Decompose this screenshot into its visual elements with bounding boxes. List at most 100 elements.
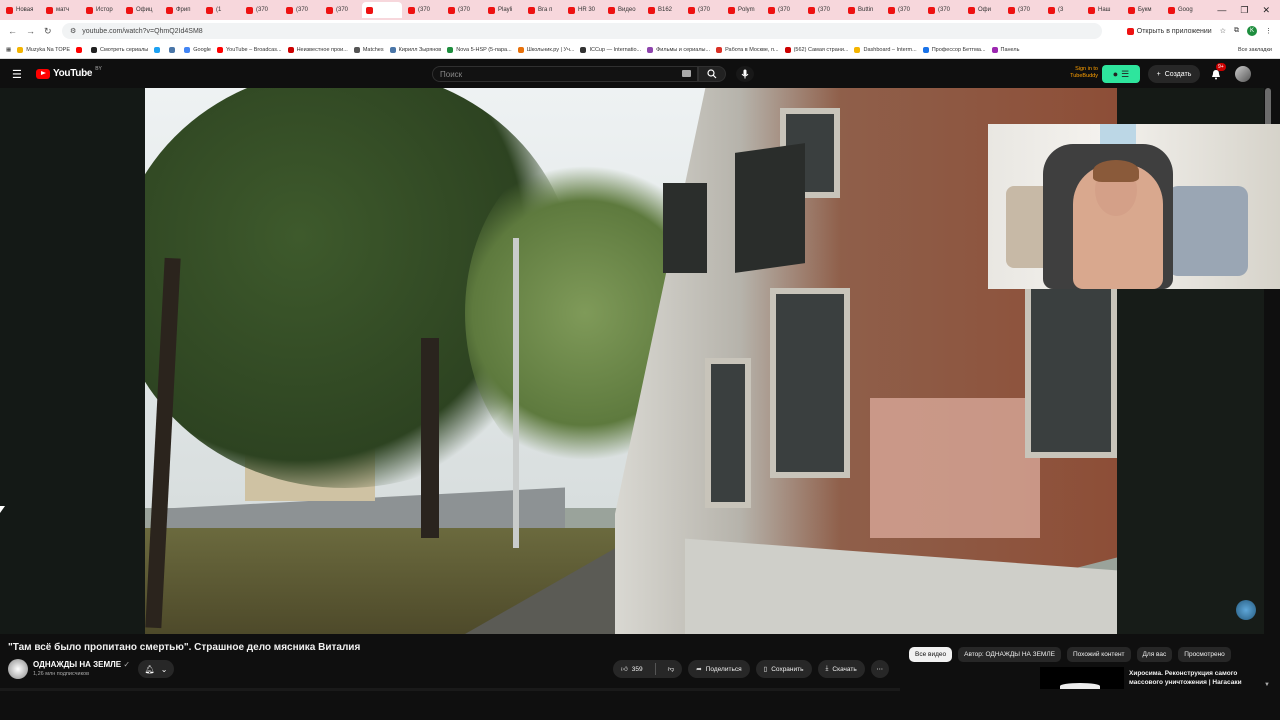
- bookmark-favicon-icon: [17, 47, 24, 53]
- maximize-icon[interactable]: ❐: [1240, 5, 1248, 16]
- browser-tab[interactable]: [362, 2, 402, 18]
- bookmark-item[interactable]: YouTube – Broadcas...: [217, 47, 282, 53]
- create-button[interactable]: + Создать: [1148, 65, 1200, 83]
- filter-chip[interactable]: Просмотрено: [1178, 647, 1231, 662]
- tubebuddy-signin-link[interactable]: Sign in to TubeBuddy: [1056, 66, 1098, 80]
- bookmark-item[interactable]: Фильмы и сериалы...: [647, 47, 710, 53]
- browser-tab[interactable]: (370: [322, 2, 360, 18]
- recommendation-title[interactable]: Хиросима. Реконструкция самого массового…: [1129, 669, 1259, 687]
- browser-tab[interactable]: (1: [202, 2, 240, 18]
- browser-tab[interactable]: (370: [684, 2, 722, 18]
- bookmark-item[interactable]: Google: [184, 47, 211, 53]
- browser-tab[interactable]: матч: [42, 2, 80, 18]
- recommendation-thumbnail[interactable]: [1040, 667, 1124, 689]
- browser-tab[interactable]: (370: [282, 2, 320, 18]
- hamburger-menu-icon[interactable]: ☰: [12, 68, 22, 81]
- browser-tab[interactable]: Вга п: [524, 2, 562, 18]
- browser-tab[interactable]: Видео: [604, 2, 642, 18]
- youtube-logo[interactable]: YouTube BY: [36, 66, 102, 79]
- browser-tab[interactable]: Goog: [1164, 2, 1202, 18]
- apps-grid-icon[interactable]: ▦: [6, 47, 11, 53]
- video-frame[interactable]: [145, 88, 1117, 634]
- scroll-down-icon[interactable]: ▼: [1264, 682, 1270, 688]
- browser-tab[interactable]: (370: [1004, 2, 1042, 18]
- extensions-icon[interactable]: ⧉: [1234, 27, 1239, 35]
- open-in-app-button[interactable]: Открыть в приложении: [1126, 27, 1212, 35]
- bookmark-item[interactable]: Dashboard – Interm...: [854, 47, 917, 53]
- download-button[interactable]: ⤓ Скачать: [817, 660, 865, 678]
- voice-search-button[interactable]: [736, 66, 754, 82]
- bookmark-star-icon[interactable]: ☆: [1220, 27, 1226, 35]
- keyboard-icon[interactable]: [682, 70, 691, 77]
- browser-tab[interactable]: Офиц: [122, 2, 160, 18]
- browser-menu-icon[interactable]: ⋮: [1265, 27, 1272, 35]
- bookmark-item[interactable]: [76, 47, 85, 53]
- bookmark-item[interactable]: ICCup — Internatio...: [580, 47, 641, 53]
- tab-label: (370: [818, 7, 831, 13]
- bookmark-item[interactable]: Matches: [353, 47, 384, 53]
- bookmark-label: (562) Самая страни...: [793, 47, 849, 53]
- save-button[interactable]: ▯ Сохранить: [755, 660, 812, 678]
- browser-tab[interactable]: Фрип: [162, 2, 200, 18]
- bookmark-item[interactable]: Muzyka Na TOPE: [17, 47, 70, 53]
- bookmark-item[interactable]: Неизвестное прои...: [287, 47, 348, 53]
- bookmark-item[interactable]: Смотреть сериалы: [91, 47, 148, 53]
- browser-tab[interactable]: Playli: [484, 2, 522, 18]
- share-button[interactable]: ➦ Поделиться: [688, 660, 750, 678]
- browser-tab[interactable]: Букм: [1124, 2, 1162, 18]
- site-info-icon[interactable]: ⚙: [70, 27, 76, 35]
- reload-icon[interactable]: ↻: [44, 26, 54, 37]
- filter-chip[interactable]: Все видео: [909, 647, 953, 662]
- bookmark-item[interactable]: Кирилл Зырянов: [389, 47, 441, 53]
- browser-tab[interactable]: (370: [444, 2, 482, 18]
- bookmark-item[interactable]: [154, 47, 163, 53]
- video-actions: 👍︎ 359 👎︎ ➦ Поделиться ▯ Сохранить ⤓ Ска…: [613, 660, 889, 678]
- all-bookmarks-link[interactable]: Все закладки: [1238, 47, 1280, 53]
- filter-chip[interactable]: Похожий контент: [1066, 647, 1131, 662]
- minimize-icon[interactable]: —: [1217, 5, 1226, 15]
- forward-icon[interactable]: →: [26, 26, 36, 36]
- back-icon[interactable]: ←: [8, 26, 18, 36]
- browser-tab[interactable]: (370: [924, 2, 962, 18]
- browser-tab[interactable]: (370: [804, 2, 842, 18]
- search-input[interactable]: Поиск: [432, 66, 698, 82]
- browser-tab[interactable]: (370: [242, 2, 280, 18]
- browser-tab[interactable]: Истор: [82, 2, 120, 18]
- bookmark-item[interactable]: (562) Самая страни...: [784, 47, 849, 53]
- browser-tab[interactable]: В162: [644, 2, 682, 18]
- like-button[interactable]: 👍︎ 359: [613, 660, 651, 678]
- subscription-bell-button[interactable]: 🔔︎ ⌄: [138, 660, 174, 678]
- browser-tab[interactable]: Buttin: [844, 2, 882, 18]
- browser-tab[interactable]: (370: [404, 2, 442, 18]
- bookmark-item[interactable]: Nova 5-HSP (5-пара...: [447, 47, 512, 53]
- bookmark-favicon-icon: [217, 47, 223, 53]
- browser-tab[interactable]: (3: [1044, 2, 1082, 18]
- browser-tab[interactable]: Polym: [724, 2, 762, 18]
- channel-watermark-icon[interactable]: [1236, 600, 1256, 620]
- bookmark-item[interactable]: [169, 47, 178, 53]
- profile-avatar[interactable]: K: [1247, 26, 1257, 36]
- filter-chip[interactable]: Для вас: [1136, 647, 1173, 662]
- browser-tab[interactable]: HR 30: [564, 2, 602, 18]
- tab-favicon-icon: [448, 6, 455, 14]
- bookmark-item[interactable]: Школьник.ру | Уч...: [517, 47, 574, 53]
- account-avatar[interactable]: [1235, 66, 1251, 82]
- browser-tab[interactable]: Новая: [2, 2, 40, 18]
- tubebuddy-button[interactable]: ● ☰: [1102, 65, 1140, 83]
- close-window-icon[interactable]: ✕: [1262, 5, 1270, 16]
- channel-name[interactable]: ОДНАЖДЫ НА ЗЕМЛЕ ✓: [33, 660, 130, 669]
- browser-tab[interactable]: (370: [884, 2, 922, 18]
- channel-avatar[interactable]: [8, 659, 28, 679]
- browser-tab[interactable]: Наш: [1084, 2, 1122, 18]
- more-actions-button[interactable]: ⋯: [870, 660, 889, 678]
- bookmark-item[interactable]: Панель: [991, 47, 1020, 53]
- bookmark-item[interactable]: Профессор Беттма...: [922, 47, 986, 53]
- browser-tab[interactable]: Офи: [964, 2, 1002, 18]
- browser-tab[interactable]: (370: [764, 2, 802, 18]
- url-field[interactable]: ⚙ youtube.com/watch?v=QhmQ2Id4SM8: [62, 23, 1102, 39]
- dislike-button[interactable]: 👎︎: [660, 660, 683, 678]
- search-button[interactable]: [698, 66, 726, 82]
- bookmark-item[interactable]: Работа в Москве, п...: [716, 47, 779, 53]
- filter-chip[interactable]: Автор: ОДНАЖДЫ НА ЗЕМЛЕ: [958, 647, 1061, 662]
- tab-favicon-icon: [808, 6, 815, 14]
